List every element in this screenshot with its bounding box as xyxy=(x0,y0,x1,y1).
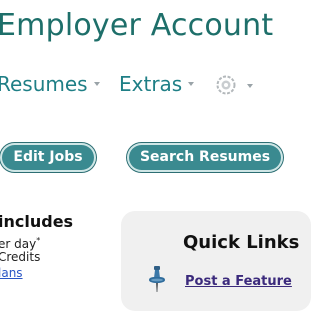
nav-extras-label: Extras xyxy=(119,72,183,96)
plan-includes-heading: includes xyxy=(0,212,74,231)
page-title: Employer Account xyxy=(0,8,274,43)
nav-extras[interactable]: Extras xyxy=(119,72,195,96)
quick-links-panel xyxy=(121,211,311,311)
pushpin-icon xyxy=(149,266,165,292)
nav-resumes-label: Resumes xyxy=(0,72,88,96)
plans-link[interactable]: lans xyxy=(0,265,23,281)
chevron-down-icon xyxy=(188,82,195,86)
search-resumes-button[interactable]: Search Resumes xyxy=(127,143,283,172)
chevron-down-icon xyxy=(93,82,100,86)
gear-icon[interactable] xyxy=(216,75,236,95)
plan-item-credits: Credits xyxy=(0,250,41,264)
edit-jobs-button[interactable]: Edit Jobs xyxy=(0,143,96,172)
chevron-down-icon[interactable] xyxy=(247,84,253,88)
quick-links-heading: Quick Links xyxy=(183,232,300,253)
footnote-mark: * xyxy=(36,236,41,245)
nav-resumes[interactable]: Resumes xyxy=(0,72,100,96)
